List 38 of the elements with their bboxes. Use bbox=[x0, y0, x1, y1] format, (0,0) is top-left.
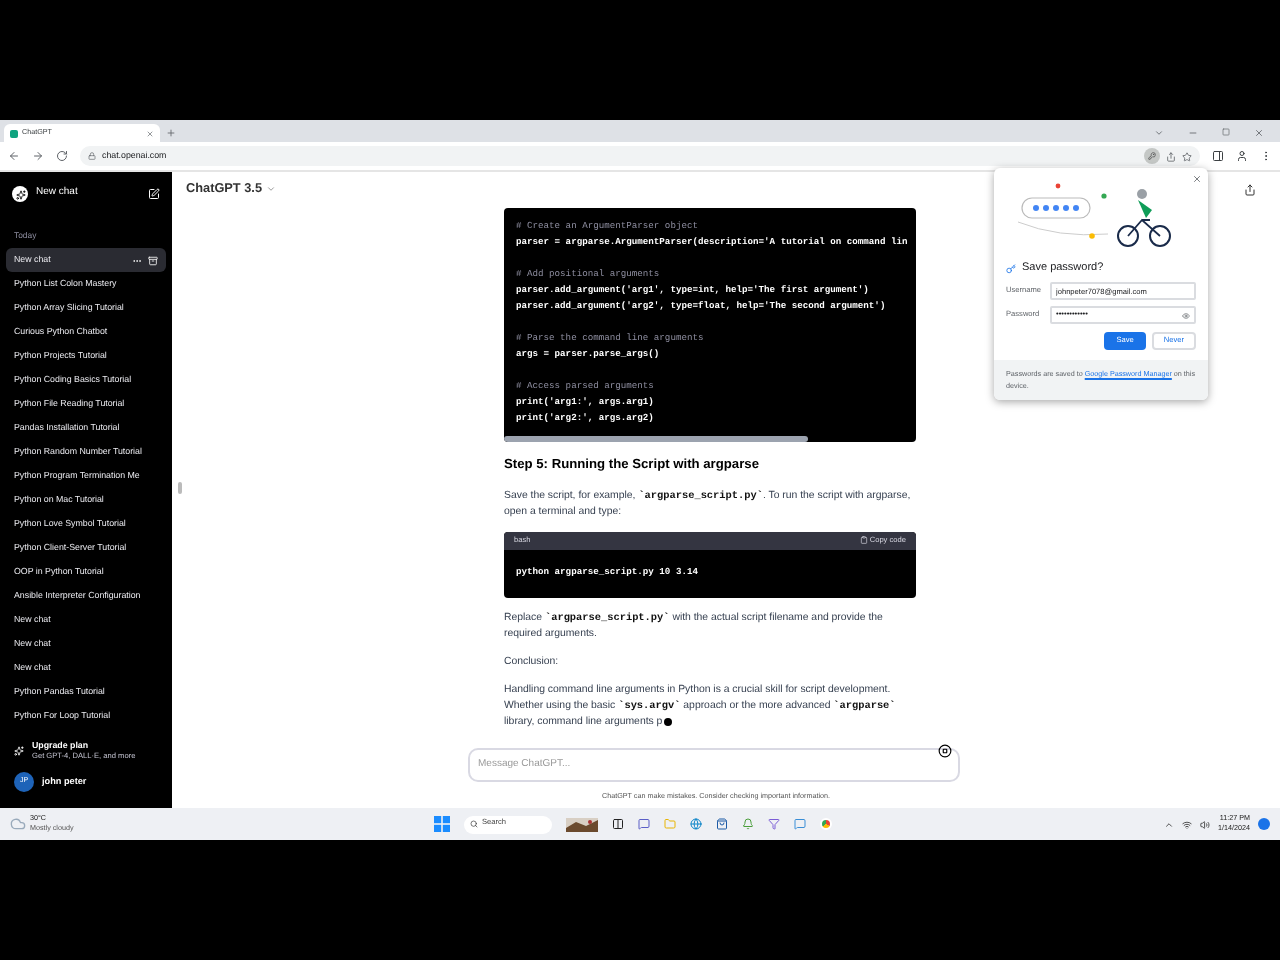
lock-icon[interactable] bbox=[88, 152, 96, 160]
notification-app-icon bbox=[742, 818, 754, 830]
folder-icon bbox=[664, 818, 676, 830]
weather-icon bbox=[10, 816, 26, 832]
sparkle-icon bbox=[14, 746, 24, 757]
logo-icon bbox=[12, 186, 28, 202]
scrollbar[interactable] bbox=[504, 436, 809, 442]
browser-icon[interactable] bbox=[820, 818, 832, 830]
back-button[interactable] bbox=[8, 150, 20, 162]
key-icon bbox=[1006, 263, 1016, 274]
reload-button[interactable] bbox=[56, 150, 68, 162]
store-icon bbox=[716, 818, 728, 830]
browser-icon bbox=[690, 818, 702, 830]
task-view-icon bbox=[612, 818, 624, 830]
stop-icon[interactable] bbox=[938, 744, 952, 758]
caret-icon bbox=[266, 184, 276, 195]
tab-search-button[interactable] bbox=[1154, 128, 1164, 138]
share-icon[interactable] bbox=[1244, 184, 1256, 196]
new-tab-button[interactable] bbox=[166, 128, 176, 138]
password-key-icon[interactable] bbox=[1144, 148, 1160, 164]
funnel-icon bbox=[768, 818, 780, 830]
volume-icon[interactable] bbox=[1200, 819, 1210, 829]
side-panel-icon[interactable] bbox=[1212, 150, 1224, 162]
new-chat-icon[interactable] bbox=[148, 188, 160, 200]
archive-icon[interactable] bbox=[148, 255, 158, 266]
message-app-icon bbox=[794, 818, 806, 830]
notification-icon[interactable] bbox=[1258, 818, 1270, 830]
windows-logo-icon[interactable] bbox=[434, 816, 450, 832]
search-icon bbox=[470, 820, 478, 828]
profile-icon[interactable] bbox=[1236, 150, 1248, 162]
bookmark-star-icon[interactable] bbox=[1182, 151, 1192, 161]
clipboard-icon bbox=[859, 536, 868, 545]
wifi-icon[interactable] bbox=[1182, 819, 1192, 829]
forward-button[interactable] bbox=[32, 150, 44, 162]
chat-icon bbox=[638, 818, 650, 830]
maximize-button[interactable] bbox=[1222, 128, 1230, 136]
tray-expand-icon[interactable] bbox=[1164, 819, 1174, 829]
eye-icon[interactable] bbox=[1182, 311, 1190, 320]
